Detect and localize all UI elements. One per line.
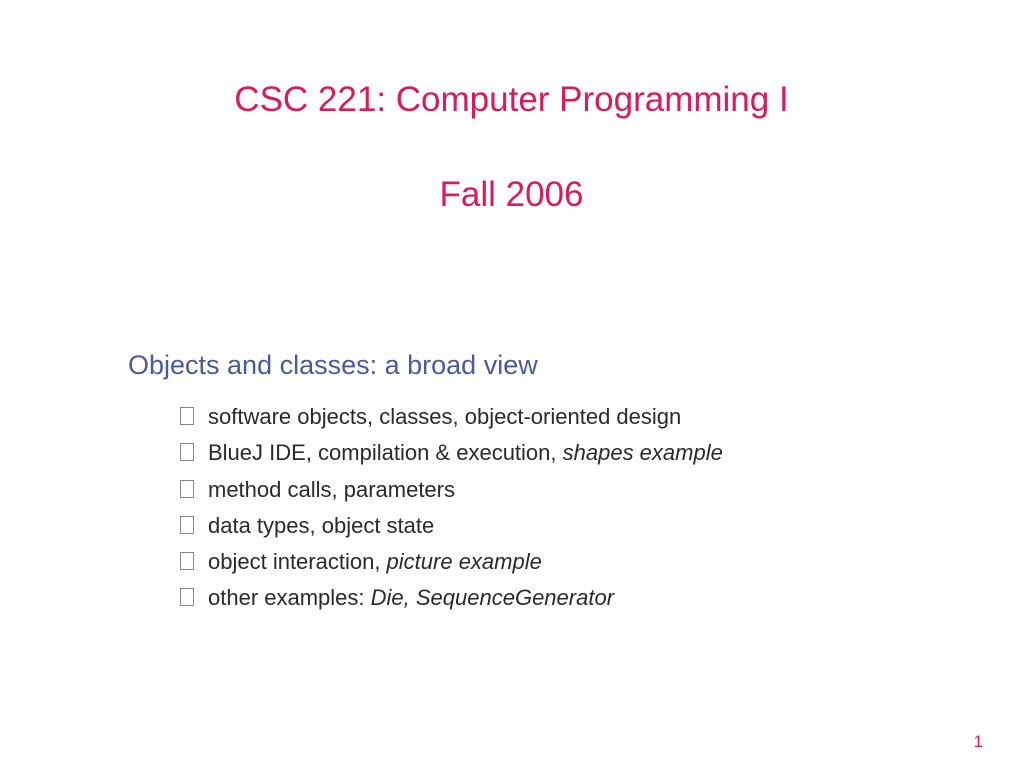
bullet-item: other examples: Die, SequenceGenerator — [180, 580, 903, 616]
bullet-text: other examples: — [208, 585, 371, 610]
bullet-text: object interaction, — [208, 549, 387, 574]
bullet-italic: picture example — [387, 549, 542, 574]
bullet-item: object interaction, picture example — [180, 544, 903, 580]
page-number: 1 — [974, 732, 983, 752]
bullet-text: method calls, parameters — [208, 477, 455, 502]
content-area: Objects and classes: a broad view softwa… — [120, 350, 903, 617]
slide-container: CSC 221: Computer Programming I Fall 200… — [0, 0, 1023, 780]
bullet-text: BlueJ IDE, compilation & execution, — [208, 440, 563, 465]
title-block: CSC 221: Computer Programming I Fall 200… — [120, 80, 903, 215]
slide-title-line2: Fall 2006 — [120, 175, 903, 215]
bullet-item: BlueJ IDE, compilation & execution, shap… — [180, 435, 903, 471]
bullet-text: data types, object state — [208, 513, 434, 538]
bullet-item: data types, object state — [180, 508, 903, 544]
bullet-italic: Die, SequenceGenerator — [371, 585, 614, 610]
bullet-text: software objects, classes, object-orient… — [208, 404, 681, 429]
bullet-list: software objects, classes, object-orient… — [128, 399, 903, 617]
bullet-italic: shapes example — [563, 440, 723, 465]
bullet-item: method calls, parameters — [180, 472, 903, 508]
slide-title-line1: CSC 221: Computer Programming I — [120, 80, 903, 120]
bullet-item: software objects, classes, object-orient… — [180, 399, 903, 435]
slide-subtitle: Objects and classes: a broad view — [128, 350, 903, 381]
